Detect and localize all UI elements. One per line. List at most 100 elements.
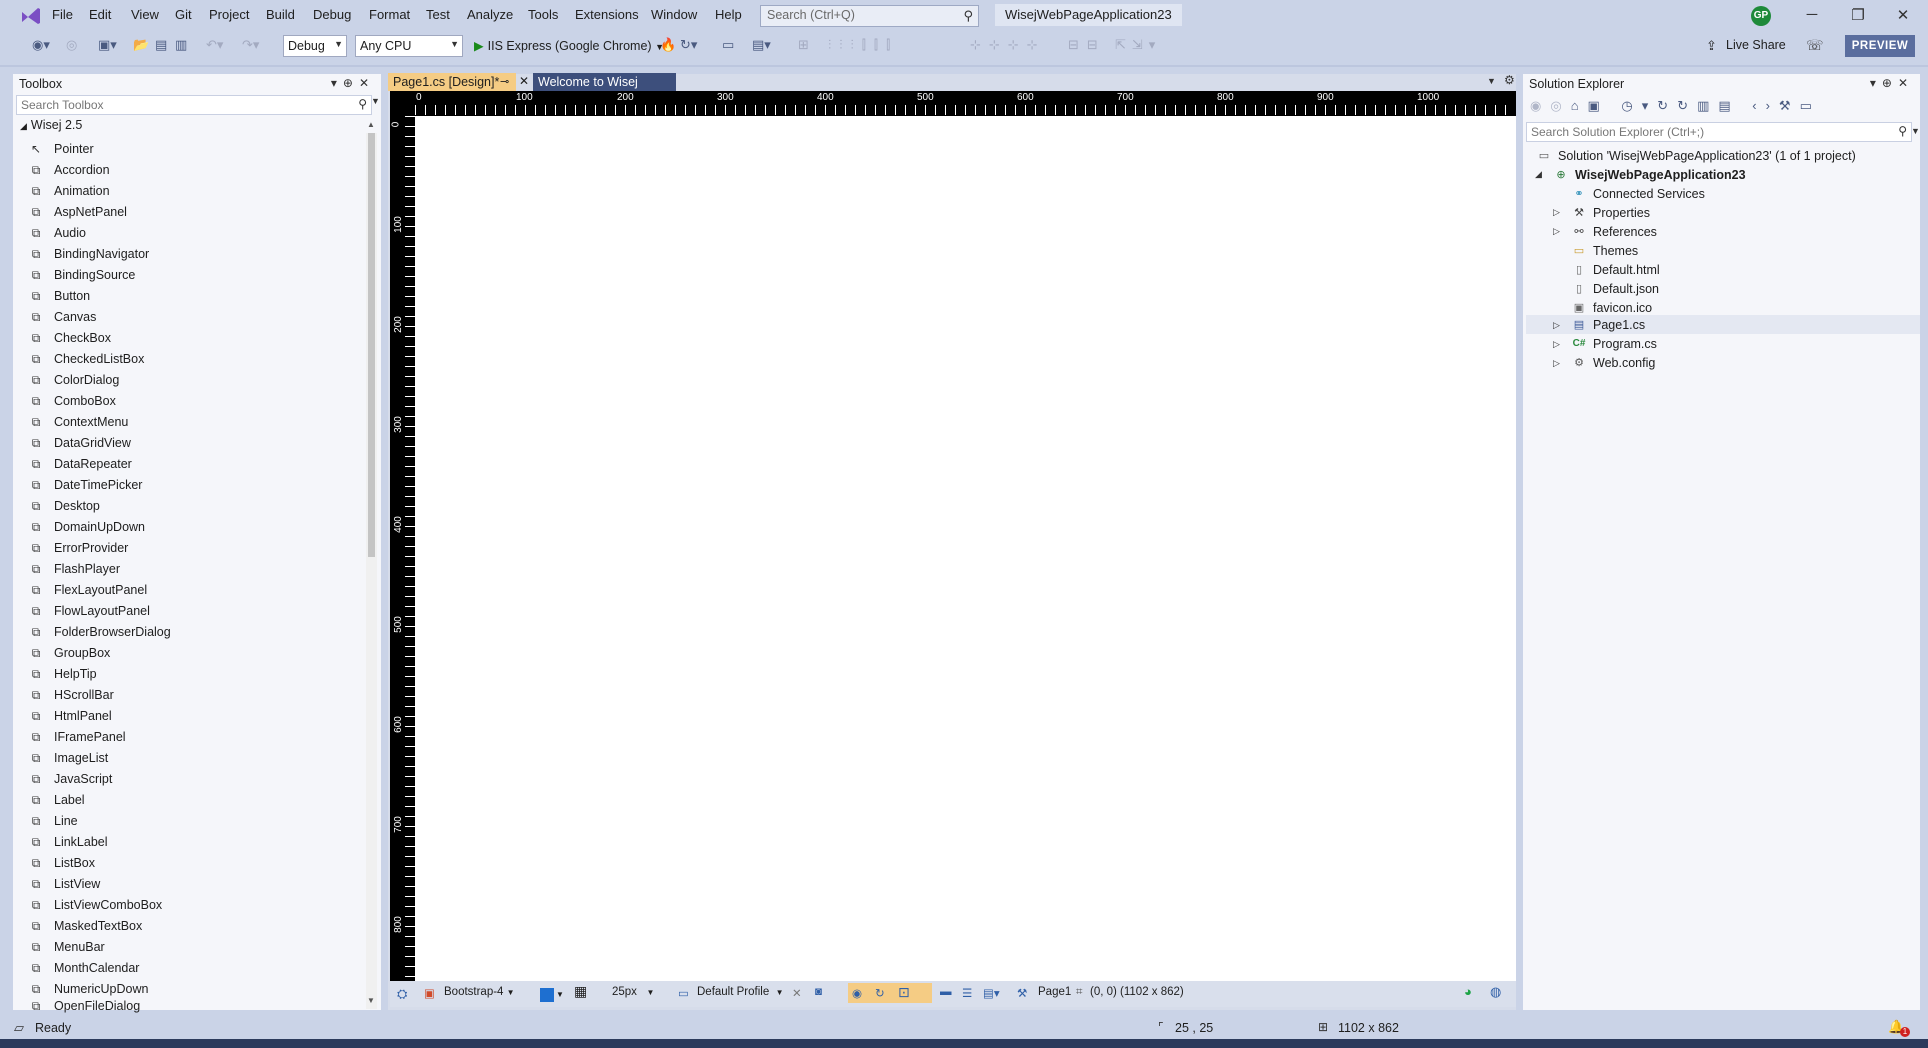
- tree-item-web-config[interactable]: ⚙ Web.config: [1571, 353, 1655, 372]
- search-input[interactable]: Search (Ctrl+Q) ⚲: [760, 5, 979, 27]
- order-tools-icon[interactable]: ⊟⊟: [1068, 37, 1106, 53]
- browser-icon[interactable]: ◕: [1464, 984, 1472, 999]
- expand-icon[interactable]: ▷: [1553, 339, 1560, 350]
- color-swatch-icon[interactable]: [540, 988, 554, 1002]
- menu-test[interactable]: Test: [423, 7, 453, 22]
- visual-studio-logo-icon[interactable]: [20, 5, 42, 27]
- toolbox-item[interactable]: ⧉ ImageList: [28, 747, 358, 768]
- toolbox-item[interactable]: ⧉ DomainUpDown: [28, 516, 358, 537]
- wisej-icon[interactable]: ⛭: [397, 986, 407, 1002]
- save-all-icon[interactable]: ▥: [175, 37, 187, 53]
- toolbox-item[interactable]: ⧉ Desktop: [28, 495, 358, 516]
- toolbox-item[interactable]: ⧉ FlexLayoutPanel: [28, 579, 358, 600]
- panel-controls-icon[interactable]: ▾⊕✕: [331, 76, 375, 90]
- tab-page1-design[interactable]: Page1.cs [Design]* ⊸: [388, 73, 516, 91]
- tree-item-default-json[interactable]: ▯ Default.json: [1571, 279, 1659, 298]
- camera-icon[interactable]: ◙: [815, 986, 822, 998]
- menu-project[interactable]: Project: [206, 7, 252, 22]
- toolbox-item[interactable]: ⧉ OpenFileDialog: [28, 999, 358, 1013]
- toolbox-item[interactable]: ⧉ ListViewComboBox: [28, 894, 358, 915]
- chevron-down-icon[interactable]: ▼: [556, 990, 564, 999]
- toolbox-item[interactable]: ⧉ NumericUpDown: [28, 978, 358, 999]
- menu-view[interactable]: View: [128, 7, 162, 22]
- delete-icon[interactable]: ✕: [792, 986, 802, 1000]
- toolbox-item[interactable]: ⧉ HtmlPanel: [28, 705, 358, 726]
- toolbox-item[interactable]: ⧉ Canvas: [28, 306, 358, 327]
- toolbox-group[interactable]: ◢ Wisej 2.5: [20, 118, 82, 132]
- scroll-up-icon[interactable]: ▲: [367, 120, 375, 129]
- expand-icon[interactable]: ▷: [1553, 207, 1560, 218]
- pin-icon[interactable]: ⊸: [500, 75, 509, 88]
- menu-build[interactable]: Build: [263, 7, 298, 22]
- profile-dropdown[interactable]: Default Profile ▼: [697, 986, 784, 998]
- eye-icon[interactable]: ◉: [852, 986, 862, 1000]
- toolbox-icon[interactable]: ▬: [940, 986, 952, 998]
- toolbox-item[interactable]: ⧉ GroupBox: [28, 642, 358, 663]
- menu-analyze[interactable]: Analyze: [464, 7, 516, 22]
- scrollbar-thumb[interactable]: [368, 133, 375, 557]
- toolbox-item[interactable]: ⧉ Audio: [28, 222, 358, 243]
- toolbox-item[interactable]: ⧉ ListView: [28, 873, 358, 894]
- close-tab-icon[interactable]: ✕: [519, 74, 529, 88]
- align-grid-icon[interactable]: ⊞: [798, 37, 809, 53]
- theme-dropdown[interactable]: Bootstrap-4 ▼: [444, 986, 515, 998]
- toolbox-item[interactable]: ⧉ DataGridView: [28, 432, 358, 453]
- toolbox-item[interactable]: ⧉ AspNetPanel: [28, 201, 358, 222]
- toolbox-item[interactable]: ⧉ JavaScript: [28, 768, 358, 789]
- tab-order-icon[interactable]: ⇱⇲▾: [1115, 37, 1161, 53]
- toolbox-item[interactable]: ⧉ ColorDialog: [28, 369, 358, 390]
- refresh-icon[interactable]: ↻: [875, 986, 885, 1000]
- toolbox-item[interactable]: ⧉ HelpTip: [28, 663, 358, 684]
- properties-icon[interactable]: ⚒: [1017, 986, 1027, 1000]
- redo-icon[interactable]: ↷▾: [242, 37, 259, 53]
- solution-search-input[interactable]: Search Solution Explorer (Ctrl+;) ⚲: [1526, 122, 1912, 142]
- minimize-icon[interactable]: ─: [1797, 6, 1827, 26]
- toolbox-item[interactable]: ⧉ Animation: [28, 180, 358, 201]
- toolbox-item[interactable]: ⧉ Accordion: [28, 159, 358, 180]
- toolbox-item[interactable]: ⧉ FlashPlayer: [28, 558, 358, 579]
- toolbox-item[interactable]: ⧉ Line: [28, 810, 358, 831]
- avatar[interactable]: GP: [1751, 6, 1771, 26]
- layout-icon[interactable]: ▤▾: [752, 37, 771, 53]
- expand-icon[interactable]: ▷: [1553, 320, 1560, 331]
- menu-extensions[interactable]: Extensions: [572, 7, 642, 22]
- menu-window[interactable]: Window: [648, 7, 700, 22]
- tree-item-page1[interactable]: ▤ Page1.cs: [1571, 315, 1645, 334]
- gear-icon[interactable]: ⚙: [1504, 73, 1515, 87]
- tab-welcome[interactable]: Welcome to Wisej: [533, 73, 676, 91]
- forward-icon[interactable]: ◎: [66, 37, 77, 53]
- toolbox-item[interactable]: ⧉ MenuBar: [28, 936, 358, 957]
- spacing-tools-icon[interactable]: ⊹⊹⊹⊹: [970, 37, 1046, 53]
- solution-node[interactable]: ▭ Solution 'WisejWebPageApplication23' (1…: [1536, 146, 1856, 165]
- hot-reload-icon[interactable]: 🔥: [660, 37, 676, 53]
- toolbox-item[interactable]: ⧉ CheckedListBox: [28, 348, 358, 369]
- tree-item-program[interactable]: C# Program.cs: [1571, 334, 1657, 353]
- toolbox-item[interactable]: ⧉ MaskedTextBox: [28, 915, 358, 936]
- toolbox-item[interactable]: ↖ Pointer: [28, 138, 358, 159]
- toolbox-item[interactable]: ⧉ ContextMenu: [28, 411, 358, 432]
- menu-file[interactable]: File: [49, 7, 76, 22]
- toolbox-item[interactable]: ⧉ ErrorProvider: [28, 537, 358, 558]
- toolbox-item[interactable]: ⧉ ListBox: [28, 852, 358, 873]
- menu-tools[interactable]: Tools: [525, 7, 561, 22]
- snap-icon[interactable]: ⊡: [898, 984, 910, 1001]
- design-canvas[interactable]: [415, 116, 1516, 981]
- chevron-down-icon[interactable]: ▼: [1911, 126, 1920, 136]
- panel-controls-icon[interactable]: ▾⊕✕: [1870, 76, 1914, 90]
- run-button[interactable]: ▶ IIS Express (Google Chrome) ▼: [470, 35, 668, 57]
- undo-icon[interactable]: ↶▾: [206, 37, 223, 53]
- platform-dropdown[interactable]: Any CPU ▼: [355, 35, 463, 57]
- menu-format[interactable]: Format: [366, 7, 413, 22]
- grid-size-dropdown[interactable]: 25px ▼: [612, 986, 654, 998]
- open-folder-icon[interactable]: 📂: [133, 37, 149, 53]
- toolbox-item[interactable]: ⧉ HScrollBar: [28, 684, 358, 705]
- toolbox-item[interactable]: ⧉ ComboBox: [28, 390, 358, 411]
- configuration-dropdown[interactable]: Debug ▼: [283, 35, 347, 57]
- document-outline-icon[interactable]: ☰: [962, 986, 972, 1000]
- expand-icon[interactable]: ▷: [1553, 358, 1560, 369]
- toolbox-item[interactable]: ⧉ BindingSource: [28, 264, 358, 285]
- scroll-down-icon[interactable]: ▼: [367, 996, 375, 1005]
- tree-item-references[interactable]: ⚯ References: [1571, 222, 1657, 241]
- browser-link-icon[interactable]: ▭: [722, 37, 734, 53]
- back-icon[interactable]: ◉▾: [32, 37, 50, 53]
